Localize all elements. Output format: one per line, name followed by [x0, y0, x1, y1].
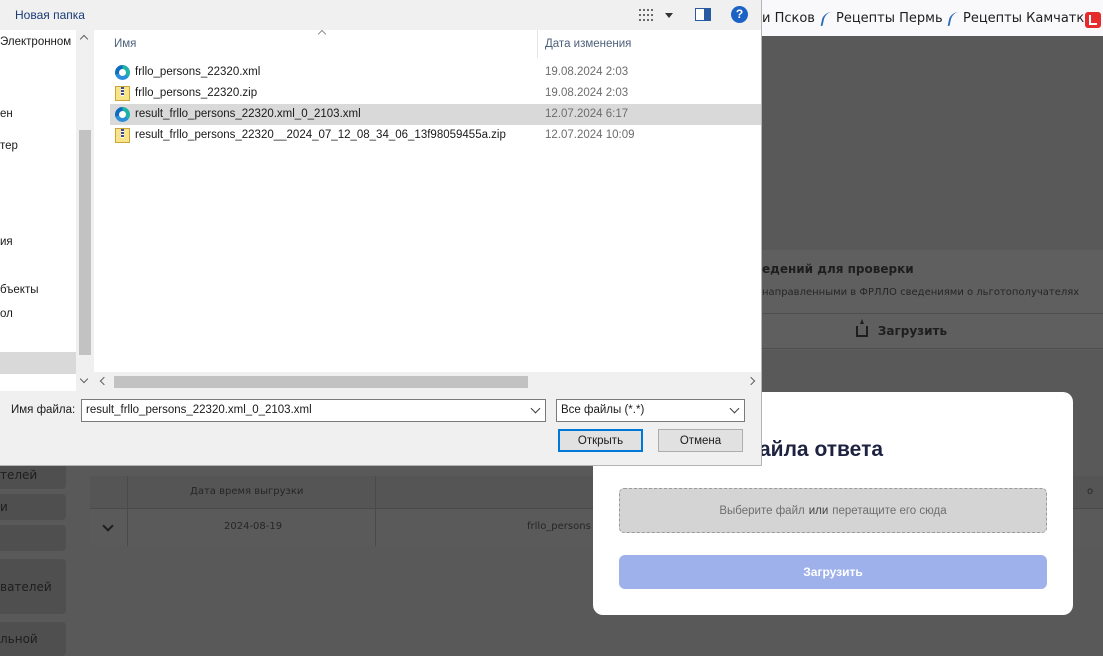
scroll-down-icon[interactable]	[79, 374, 89, 384]
file-date: 19.08.2024 2:03	[545, 87, 629, 99]
column-divider[interactable]	[537, 30, 538, 58]
left-nav-label: телей	[0, 468, 38, 482]
left-nav-item[interactable]: льной	[0, 622, 66, 656]
file-name: result_frllo_persons_22320__2024_07_12_0…	[135, 129, 506, 141]
file-date: 12.07.2024 10:09	[545, 129, 635, 141]
upload-card-button-label: Загрузить	[877, 324, 948, 338]
table-header-right: о	[1087, 486, 1094, 497]
left-nav-item[interactable]: вателей	[0, 559, 66, 614]
nav-item[interactable]: бъекты	[0, 284, 38, 296]
nav-selected-item[interactable]	[0, 352, 76, 374]
table-header-datetime: Дата время выгрузки	[190, 486, 304, 497]
filename-label: Имя файла:	[11, 404, 76, 416]
cancel-button[interactable]: Отмена	[658, 429, 743, 452]
table-column-divider	[375, 476, 376, 546]
left-nav-label: вателей	[0, 579, 52, 594]
chevron-down-icon	[665, 13, 673, 18]
chevron-down-icon[interactable]	[728, 400, 744, 421]
table-expand-column	[90, 476, 128, 546]
file-row-selected[interactable]: result_frllo_persons_22320.xml_0_2103.xm…	[110, 104, 761, 125]
column-header-name[interactable]: Имя	[114, 38, 136, 50]
left-nav-label: и	[0, 500, 8, 514]
dialog-toolbar: Новая папка ?	[0, 0, 761, 30]
open-button[interactable]: Открыть	[558, 429, 643, 452]
column-header-date[interactable]: Дата изменения	[545, 38, 631, 50]
nav-item[interactable]: ол	[0, 308, 13, 320]
zip-archive-icon	[115, 128, 130, 143]
left-nav-item[interactable]	[0, 525, 66, 551]
file-name: frllo_persons_22320.zip	[135, 87, 258, 99]
file-name: result_frllo_persons_22320.xml_0_2103.xm…	[135, 108, 361, 120]
nav-item[interactable]: ен	[0, 108, 13, 120]
nav-item[interactable]: Электронном	[0, 36, 71, 48]
file-list-pane: Имя Дата изменения frllo_persons_22320.x…	[94, 29, 761, 391]
horizontal-scrollbar[interactable]	[94, 372, 761, 391]
file-date: 12.07.2024 6:17	[545, 108, 629, 120]
modal-title: айла ответа	[759, 438, 884, 461]
nav-item[interactable]: ия	[0, 236, 13, 248]
file-row[interactable]: frllo_persons_22320.zip 19.08.2024 2:03	[110, 83, 761, 104]
left-nav-item[interactable]: и	[0, 494, 66, 520]
file-list-header: Имя Дата изменения	[94, 29, 761, 58]
upload-icon	[855, 318, 868, 337]
zip-archive-icon	[115, 86, 130, 101]
feather-icon	[947, 11, 959, 26]
nav-scrollbar[interactable]	[76, 30, 93, 391]
view-list-icon	[639, 9, 653, 21]
feather-icon	[820, 11, 832, 26]
filename-input[interactable]: result_frllo_persons_22320.xml_0_2103.xm…	[81, 399, 546, 422]
table-cell-date: 2024-08-19	[224, 521, 283, 532]
filetype-select[interactable]: Все файлы (*.*)	[556, 399, 745, 422]
help-icon[interactable]: ?	[731, 6, 748, 23]
left-nav-label: льной	[0, 632, 38, 646]
dropzone-or-text: или	[808, 504, 829, 517]
file-date: 19.08.2024 2:03	[545, 66, 629, 78]
bookmark-kamchatka[interactable]: Рецепты Камчатк	[947, 11, 1085, 26]
chevron-down-icon[interactable]	[526, 400, 545, 421]
bookmark-perm[interactable]: Рецепты Пермь	[820, 11, 943, 26]
scrollbar-thumb[interactable]	[114, 376, 528, 388]
scroll-left-icon[interactable]	[99, 376, 109, 386]
sort-up-icon	[317, 29, 327, 39]
bookmark-label: Рецепты Камчатк	[963, 11, 1085, 26]
nav-item[interactable]: тер	[0, 140, 18, 152]
bookmark-label: и Псков	[762, 11, 815, 26]
modal-upload-button[interactable]: Загрузить	[619, 555, 1047, 589]
dropzone-choose-text[interactable]: Выберите файл	[719, 505, 804, 517]
edge-document-icon	[115, 107, 130, 122]
file-name: frllo_persons_22320.xml	[135, 66, 261, 78]
scrollbar-thumb[interactable]	[79, 130, 91, 355]
edge-document-icon	[115, 65, 130, 80]
scroll-up-icon[interactable]	[79, 34, 89, 44]
file-row[interactable]: result_frllo_persons_22320__2024_07_12_0…	[110, 125, 761, 146]
extension-icon[interactable]	[1085, 12, 1101, 28]
scroll-right-icon[interactable]	[746, 376, 756, 386]
open-file-dialog: Новая папка ? Электронном ен тер ия бъек…	[0, 0, 762, 466]
upload-card-subtitle: направленными в ФРЛЛО сведениями о льгот…	[762, 287, 1080, 298]
preview-pane-icon[interactable]	[695, 8, 711, 21]
file-row[interactable]: frllo_persons_22320.xml 19.08.2024 2:03	[110, 62, 761, 83]
dropzone-drag-text: перетащите его сюда	[832, 504, 947, 517]
view-options-button[interactable]	[637, 7, 677, 23]
new-folder-button[interactable]: Новая папка	[15, 8, 85, 22]
bookmark-label: Рецепты Пермь	[836, 11, 943, 26]
table-cell-file: frllo_persons	[527, 521, 591, 532]
bookmark-pskov[interactable]: и Псков	[762, 11, 815, 26]
navigation-pane: Электронном ен тер ия бъекты ол	[0, 30, 93, 391]
upload-card-title: едений для проверки	[762, 262, 914, 276]
file-dropzone[interactable]: Выберите файл или перетащите его сюда	[619, 488, 1047, 533]
